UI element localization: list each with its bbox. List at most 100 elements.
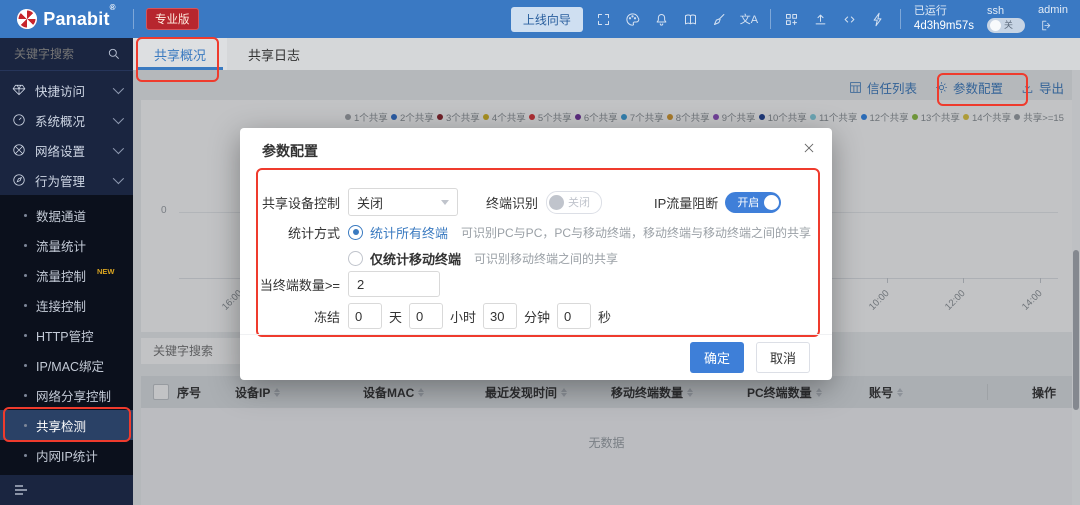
gem-icon (12, 83, 26, 97)
sidebar-item-http-control[interactable]: HTTP管控 (0, 320, 133, 350)
select-value: 关闭 (357, 193, 383, 212)
header-actions: 上线向导 文A 已运行 4d3h9m57s ssh 关 (511, 4, 1080, 34)
sidebar-item-label: 行为管理 (35, 171, 85, 190)
field-label: 冻结 (252, 307, 340, 326)
sidebar-item-label: 系统概况 (35, 111, 85, 130)
ip-block-toggle[interactable]: 开启 (725, 192, 781, 213)
unit-days: 天 (389, 307, 402, 326)
brand-logo[interactable]: Panabit® (0, 9, 133, 30)
sidebar-item-data-channel[interactable]: 数据通道 (0, 200, 133, 230)
toggle-state: 开启 (737, 194, 759, 210)
diagnostic-bolt-icon[interactable] (871, 11, 887, 27)
bullet-icon (24, 214, 27, 217)
compass-icon (12, 173, 26, 187)
sidebar-item-ip-mac-binding[interactable]: IP/MAC绑定 (0, 350, 133, 380)
toggle-state: 关闭 (568, 194, 590, 210)
brand-name: Panabit® (43, 9, 116, 30)
collapse-menu-icon (13, 483, 29, 497)
threshold-input[interactable] (348, 271, 440, 297)
header-divider (770, 9, 771, 29)
row-stat-mode-1: 统计方式 统计所有终端 可识别PC与PC，PC与移动终端，移动终端与移动终端之间… (252, 223, 811, 241)
row-freeze: 冻结 天 小时 分钟 秒 (252, 302, 618, 330)
sidebar: 快捷访问 系统概况 网络设置 行为管理 数据通道 流量统计 流量控制NE (0, 38, 133, 505)
sidebar-item-label: 共享检测 (36, 416, 86, 435)
network-globe-icon (12, 143, 26, 157)
logout-icon[interactable] (1038, 18, 1054, 34)
bullet-icon (24, 304, 27, 307)
radio-mobile-only[interactable] (348, 251, 363, 266)
radio-label[interactable]: 统计所有终端 (370, 223, 448, 242)
sidebar-item-label: 数据通道 (36, 206, 86, 225)
sidebar-item-share-detection[interactable]: 共享检测 (0, 410, 133, 440)
sidebar-item-traffic-stats[interactable]: 流量统计 (0, 230, 133, 260)
ok-button[interactable]: 确定 (690, 342, 744, 373)
panabit-pinwheel-icon (17, 9, 37, 29)
chevron-down-icon (113, 83, 124, 94)
param-config-modal: 参数配置 共享设备控制 关闭 终端识别 关闭 IP流量阻断 开启 统计方式 (240, 128, 832, 380)
sidebar-item-system-overview[interactable]: 系统概况 (0, 105, 133, 135)
row-share-device-control: 共享设备控制 关闭 终端识别 关闭 IP流量阻断 开启 (252, 188, 781, 216)
radio-hint: 可识别移动终端之间的共享 (474, 250, 618, 267)
toggle-knob (549, 195, 564, 210)
row-threshold: 当终端数量>= (252, 270, 440, 298)
radio-hint: 可识别PC与PC，PC与移动终端，移动终端与移动终端之间的共享 (461, 224, 811, 241)
sidebar-nav: 快捷访问 系统概况 网络设置 行为管理 (0, 71, 133, 195)
translate-icon[interactable]: 文A (741, 11, 757, 27)
uptime-value: 4d3h9m57s (914, 19, 974, 33)
close-icon[interactable] (802, 141, 816, 155)
bullet-icon (24, 424, 27, 427)
apps-grid-icon[interactable] (784, 11, 800, 27)
sidebar-item-label: 流量统计 (36, 236, 86, 255)
uptime-label: 已运行 (914, 5, 947, 19)
sidebar-search[interactable] (0, 38, 133, 71)
fullscreen-icon[interactable] (596, 11, 612, 27)
bullet-icon (24, 394, 27, 397)
sidebar-item-connection-control[interactable]: 连接控制 (0, 290, 133, 320)
sidebar-item-intranet-ip-stats[interactable]: 内网IP统计 (0, 440, 133, 470)
unit-minutes: 分钟 (524, 307, 550, 326)
ssh-block: ssh 关 (987, 5, 1025, 34)
theme-palette-icon[interactable] (625, 11, 641, 27)
onboarding-wizard-button[interactable]: 上线向导 (511, 7, 583, 32)
sidebar-item-traffic-control[interactable]: 流量控制NEW (0, 260, 133, 290)
sidebar-item-label: HTTP管控 (36, 326, 94, 345)
sidebar-search-input[interactable] (12, 46, 107, 62)
clean-broom-icon[interactable] (712, 11, 728, 27)
app-window: Panabit® 专业版 上线向导 文A 已运行 4d3h9m57s ssh (0, 0, 1080, 505)
sidebar-item-label: IP/MAC绑定 (36, 356, 104, 375)
sidebar-collapse-button[interactable] (0, 475, 133, 505)
unit-hours: 小时 (450, 307, 476, 326)
docs-book-icon[interactable] (683, 11, 699, 27)
freeze-minutes-input[interactable] (483, 303, 517, 329)
tab-share-log[interactable]: 共享日志 (227, 38, 321, 70)
sidebar-item-behavior-management[interactable]: 行为管理 (0, 165, 133, 195)
modal-footer: 确定 取消 (240, 334, 832, 380)
username: admin (1038, 4, 1068, 18)
notification-bell-icon[interactable] (654, 11, 670, 27)
freeze-hours-input[interactable] (409, 303, 443, 329)
terminal-identify-toggle[interactable]: 关闭 (546, 191, 602, 214)
ssh-toggle[interactable]: 关 (987, 18, 1025, 33)
field-label: 当终端数量>= (252, 275, 340, 294)
sidebar-item-quick-access[interactable]: 快捷访问 (0, 75, 133, 105)
sidebar-item-label: 网络分享控制 (36, 386, 111, 405)
new-badge: NEW (97, 267, 115, 276)
sidebar-item-label: 快捷访问 (35, 81, 85, 100)
cancel-button[interactable]: 取消 (756, 342, 810, 373)
code-console-icon[interactable] (842, 11, 858, 27)
freeze-days-input[interactable] (348, 303, 382, 329)
share-device-control-select[interactable]: 关闭 (348, 188, 458, 216)
sidebar-item-label: 内网IP统计 (36, 446, 98, 465)
field-label: 统计方式 (252, 223, 340, 242)
row-stat-mode-2: 仅统计移动终端 可识别移动终端之间的共享 (252, 249, 618, 267)
tab-share-overview[interactable]: 共享概况 (133, 38, 227, 70)
freeze-seconds-input[interactable] (557, 303, 591, 329)
sidebar-item-network-settings[interactable]: 网络设置 (0, 135, 133, 165)
edition-badge: 专业版 (146, 8, 199, 30)
radio-label[interactable]: 仅统计移动终端 (370, 249, 461, 268)
sidebar-item-label: 网络设置 (35, 141, 85, 160)
header-divider (133, 9, 134, 29)
radio-all-terminals[interactable] (348, 225, 363, 240)
upgrade-upload-icon[interactable] (813, 11, 829, 27)
sidebar-item-network-share-control[interactable]: 网络分享控制 (0, 380, 133, 410)
